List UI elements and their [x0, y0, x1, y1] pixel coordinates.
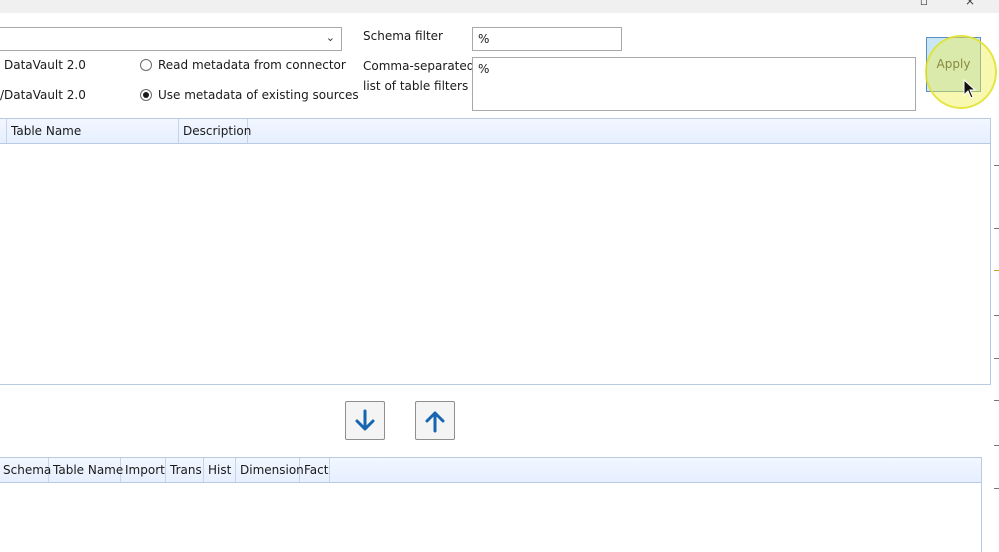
read-metadata-radio[interactable]: [140, 59, 152, 71]
maximize-icon[interactable]: ▫: [914, 0, 934, 8]
column-header-schema[interactable]: Schema: [0, 458, 51, 482]
column-header-import[interactable]: Import: [121, 458, 166, 482]
edge-tick: [994, 315, 999, 316]
datavault-label-1: DataVault 2.0: [4, 58, 86, 72]
table-filters-value: %: [478, 62, 490, 76]
move-up-button[interactable]: [415, 401, 455, 440]
arrow-up-icon: [425, 411, 445, 432]
close-icon[interactable]: ×: [960, 0, 980, 8]
move-down-button[interactable]: [345, 401, 385, 440]
table-filters-textarea[interactable]: %: [472, 57, 916, 111]
apply-button-label: Apply: [936, 56, 971, 71]
use-metadata-label[interactable]: Use metadata of existing sources: [158, 88, 359, 102]
chevron-down-icon: ⌄: [325, 31, 335, 44]
schema-filter-label: Schema filter: [363, 29, 443, 43]
edge-tick: [994, 445, 999, 446]
table-filters-label-line1: Comma-separated: [363, 59, 475, 73]
edge-tick: [994, 400, 999, 401]
edge-tick: [994, 228, 999, 229]
schema-filter-input[interactable]: %: [472, 27, 622, 51]
read-metadata-label[interactable]: Read metadata from connector: [158, 58, 346, 72]
selected-tables-header: Schema Table Name Import Trans Hist Dime…: [0, 458, 981, 483]
source-connection-combobox[interactable]: ⌄: [0, 27, 342, 51]
mouse-cursor-icon: [963, 79, 977, 99]
column-header-partial[interactable]: [0, 119, 7, 143]
column-header-trans[interactable]: Trans: [166, 458, 204, 482]
edge-tick: [994, 488, 999, 489]
table-filters-label-line2: list of table filters: [363, 79, 469, 93]
column-header-table-name[interactable]: Table Name: [7, 119, 179, 143]
edge-tick: [994, 165, 999, 166]
selected-tables-grid[interactable]: Schema Table Name Import Trans Hist Dime…: [0, 457, 982, 552]
column-header-dimension[interactable]: Dimension: [236, 458, 304, 482]
use-metadata-radio[interactable]: [140, 89, 152, 101]
column-header-description[interactable]: Description: [179, 119, 251, 143]
datavault-label-2: /DataVault 2.0: [0, 88, 86, 102]
column-header-table-name[interactable]: Table Name: [49, 458, 123, 482]
arrow-down-icon: [355, 409, 375, 430]
available-tables-header: Table Name Description: [0, 119, 990, 144]
edge-tick: [994, 270, 999, 271]
available-tables-grid[interactable]: Table Name Description: [0, 118, 991, 385]
column-header-hist[interactable]: Hist: [204, 458, 236, 482]
window-title-bar: ▫ ×: [0, 0, 999, 13]
column-header-fact[interactable]: Fact: [300, 458, 330, 482]
edge-tick: [994, 358, 999, 359]
schema-filter-value: %: [478, 32, 490, 46]
